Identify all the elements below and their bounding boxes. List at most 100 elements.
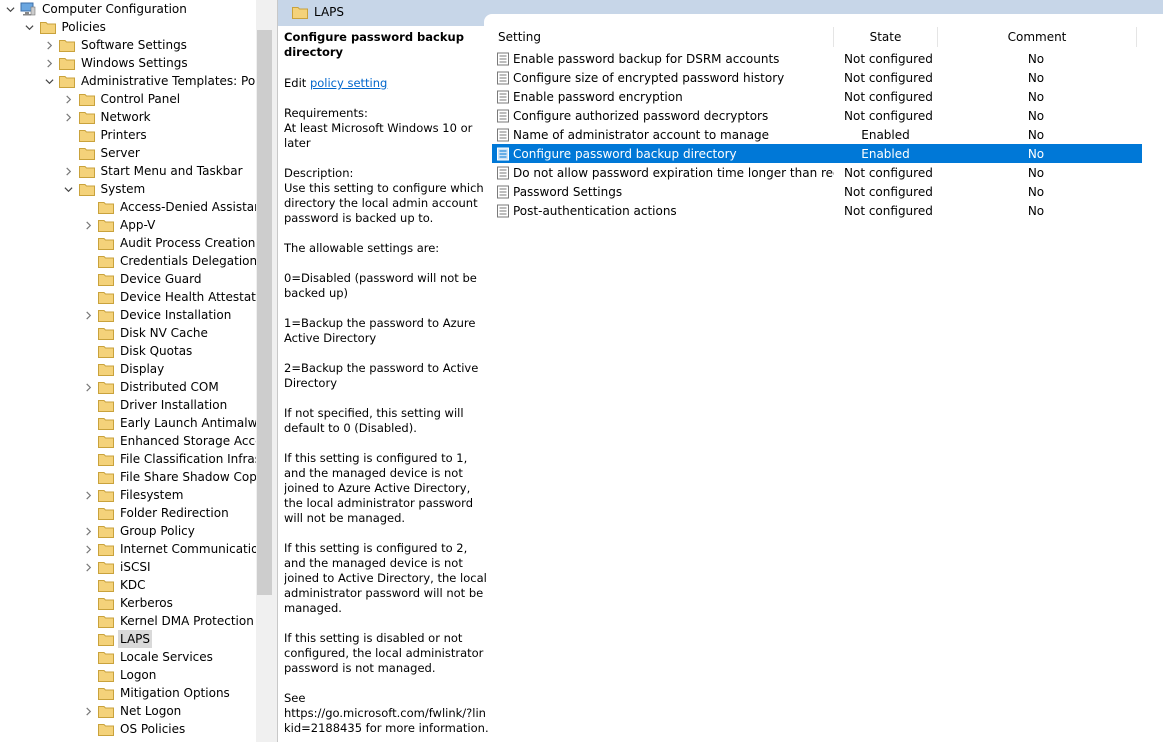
tree-item-label: Device Health Attestation [120,290,256,304]
chevron-right-icon[interactable] [82,702,94,720]
tree-item[interactable]: System [63,180,148,198]
chevron-right-icon[interactable] [63,162,75,180]
setting-name: Configure password backup directory [513,146,737,161]
chevron-right-icon[interactable] [43,36,55,54]
chevron-right-icon[interactable] [82,378,94,396]
tree-scrollbar-thumb[interactable] [257,30,272,595]
tree-item[interactable]: Software Settings [43,36,189,54]
tree-item[interactable]: LAPS [82,630,153,648]
tree-item[interactable]: Server [63,144,142,162]
tree-item[interactable]: Device Installation [82,306,233,324]
description-p1: Use this setting to configure which dire… [284,181,484,225]
pane-title: LAPS [288,5,346,19]
tree-item[interactable]: Administrative Templates: Policy [43,72,256,90]
chevron-right-icon[interactable] [43,54,55,72]
tree-item[interactable]: Kernel DMA Protection [82,612,256,630]
comment-cell: No [1027,127,1045,142]
tree-item[interactable]: Audit Process Creation [82,234,256,252]
tree-item[interactable]: Net Logon [82,702,183,720]
setting-row[interactable]: Password Settings Not configured No [492,182,1142,201]
chevron-down-icon[interactable] [43,72,55,90]
chevron-right-icon[interactable] [82,522,94,540]
edit-policy-link[interactable]: policy setting [310,76,387,90]
folder-icon [98,705,114,718]
chevron-right-icon[interactable] [63,108,75,126]
setting-name: Enable password backup for DSRM accounts [513,51,780,66]
pane-title-label: LAPS [314,5,345,19]
tree-item[interactable]: Filesystem [82,486,185,504]
chevron-right-icon[interactable] [82,558,94,576]
tree-item[interactable]: Logon [82,666,158,684]
column-header-setting[interactable]: Setting [492,27,834,47]
tree-item[interactable]: Access-Denied Assistance [82,198,256,216]
folder-icon [78,111,95,124]
folder-icon [98,615,114,628]
tree-root-label: Computer Configuration [42,2,187,16]
tree-item[interactable]: Early Launch Antimalware [82,414,256,432]
chevron-right-icon[interactable] [82,540,94,558]
tree-item[interactable]: Display [82,360,166,378]
list-header: Setting State Comment [492,27,1142,47]
setting-row[interactable]: Post-authentication actions Not configure… [492,201,1142,220]
column-header-comment[interactable]: Comment [938,27,1137,47]
tree-item[interactable]: Group Policy [82,522,197,540]
folder-icon [59,39,75,52]
tree-item[interactable]: Credentials Delegation [82,252,256,270]
tree-item[interactable]: Network [63,108,153,126]
chevron-down-icon[interactable] [24,18,36,36]
setting-row[interactable]: Do not allow password expiration time lo… [492,163,1142,182]
setting-row[interactable]: Name of administrator account to manage E… [492,125,1142,144]
tree-item[interactable]: Disk NV Cache [82,324,210,342]
tree-item[interactable]: Device Health Attestation [82,288,256,306]
tree-item[interactable]: File Share Shadow Copy P [82,468,256,486]
tree-pane[interactable]: Computer Configuration Policies Software … [0,0,256,742]
chevron-down-icon[interactable] [4,0,16,18]
tree-item[interactable]: Device Guard [82,270,203,288]
tree-item[interactable]: Distributed COM [82,378,221,396]
tree-scrollbar[interactable] [256,0,273,742]
requirements: Requirements: At least Microsoft Windows … [284,106,492,151]
chevron-right-icon[interactable] [82,486,94,504]
tree-item-label: Device Guard [120,272,202,286]
tree-item[interactable]: File Classification Infrastru [82,450,256,468]
tree-item-label: Early Launch Antimalware [120,416,256,430]
tree-item-label: Disk Quotas [120,344,193,358]
tree-item[interactable]: Internet Communication [82,540,256,558]
tree-item[interactable]: Windows Settings [43,54,190,72]
folder-icon [98,669,114,682]
column-header-state[interactable]: State [834,27,938,47]
tree-item[interactable]: OS Policies [82,720,187,738]
chevron-down-icon[interactable] [63,180,75,198]
setting-cell: Do not allow password expiration time lo… [492,166,834,180]
setting-cell: Name of administrator account to manage [492,128,834,142]
setting-row[interactable]: Configure authorized password decryptors… [492,106,1142,125]
tree-item[interactable]: Control Panel [63,90,183,108]
tree-root[interactable]: Computer Configuration [4,0,189,18]
tree-item[interactable]: Folder Redirection [82,504,231,522]
tree-item[interactable]: Mitigation Options [82,684,232,702]
chevron-right-icon[interactable] [63,90,75,108]
tree-item[interactable]: App-V [82,216,157,234]
tree-item[interactable]: iSCSI [82,558,153,576]
tree-item[interactable]: KDC [82,576,148,594]
tree-item[interactable]: Enhanced Storage Access [82,432,256,450]
chevron-right-icon[interactable] [82,216,94,234]
tree-item[interactable]: Disk Quotas [82,342,194,360]
setting-row[interactable]: Enable password backup for DSRM accounts… [492,49,1142,68]
tree-item[interactable]: Locale Services [82,648,215,666]
folder-icon [78,165,95,178]
tree-item[interactable]: Start Menu and Taskbar [63,162,245,180]
setting-row[interactable]: Configure size of encrypted password his… [492,68,1142,87]
tree-item[interactable]: Driver Installation [82,396,229,414]
tree-item[interactable]: Kerberos [82,594,175,612]
chevron-right-icon[interactable] [82,306,94,324]
setting-row[interactable]: Configure password backup directory Enabl… [492,144,1142,163]
tree-item-label: Driver Installation [120,398,228,412]
tree-item[interactable]: Policies [24,18,108,36]
setting-row[interactable]: Enable password encryption Not configured… [492,87,1142,106]
tree-item[interactable]: Printers [63,126,149,144]
